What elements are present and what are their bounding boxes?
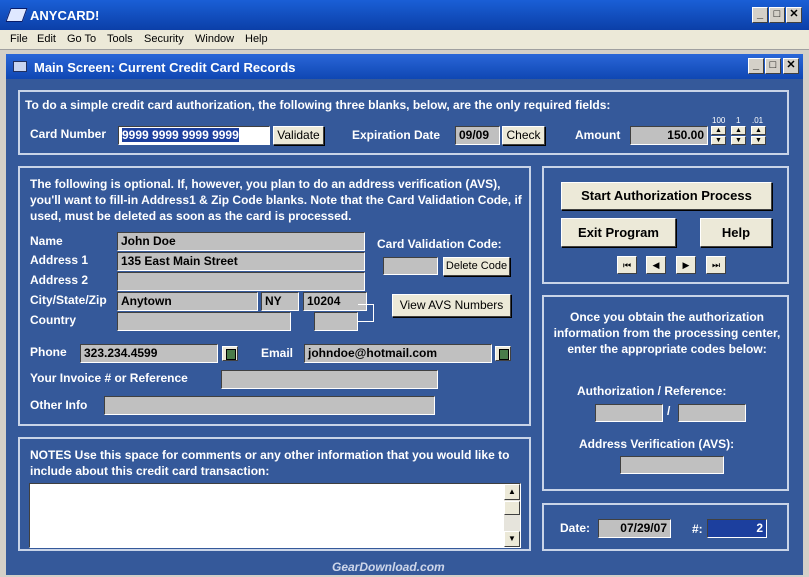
address2-label: Address 2 <box>30 273 89 287</box>
spin-down-100-icon[interactable]: ▼ <box>711 136 726 145</box>
address2-input[interactable] <box>117 272 365 291</box>
avs-input[interactable] <box>620 456 724 474</box>
child-close-icon[interactable]: ✕ <box>783 58 799 74</box>
country-code-input[interactable] <box>314 312 358 331</box>
menu-window[interactable]: Window <box>195 33 234 45</box>
authorization-slash: / <box>667 404 671 418</box>
spin-down-1-icon[interactable]: ▼ <box>731 136 746 145</box>
main-screen-titlebar: Main Screen: Current Credit Card Records… <box>6 54 803 79</box>
country-label: Country <box>30 313 76 327</box>
spin-label-100: 100 <box>712 116 726 125</box>
cvc-input[interactable] <box>383 257 438 275</box>
city-state-zip-label: City/State/Zip <box>30 293 107 307</box>
check-button[interactable]: Check <box>502 126 545 145</box>
record-number-label: #: <box>692 522 703 536</box>
authorization-input[interactable] <box>595 404 663 422</box>
spin-down-01-icon[interactable]: ▼ <box>751 136 766 145</box>
phone-notepad-icon[interactable] <box>222 346 238 361</box>
spin-up-01-icon[interactable]: ▲ <box>751 126 766 135</box>
other-info-input[interactable] <box>104 396 435 415</box>
email-label: Email <box>261 346 294 360</box>
city-input[interactable]: Anytown <box>117 292 258 311</box>
help-button[interactable]: Help <box>700 218 772 247</box>
notes-scrollbar[interactable]: ▲ ▼ <box>504 484 520 547</box>
child-minimize-icon[interactable]: _ <box>748 58 764 74</box>
menu-edit[interactable]: Edit <box>37 33 56 45</box>
window-title: Main Screen: Current Credit Card Records <box>34 60 296 75</box>
menu-bar: File Edit Go To Tools Security Window He… <box>0 30 809 50</box>
invoice-input[interactable] <box>221 370 438 389</box>
country-input[interactable] <box>117 312 291 331</box>
minimize-icon[interactable]: _ <box>752 7 768 23</box>
notes-textarea[interactable]: ▲ ▼ <box>29 483 521 548</box>
first-record-icon[interactable]: ⏮ <box>617 256 637 274</box>
view-avs-numbers-button[interactable]: View AVS Numbers <box>392 294 511 317</box>
other-info-label: Other Info <box>30 398 88 412</box>
spin-label-1: 1 <box>736 116 741 125</box>
next-record-icon[interactable]: ▶ <box>676 256 696 274</box>
spin-up-100-icon[interactable]: ▲ <box>711 126 726 135</box>
watermark: GearDownload.com <box>332 560 445 574</box>
exit-program-button[interactable]: Exit Program <box>561 218 676 247</box>
state-input[interactable]: NY <box>261 292 299 311</box>
scroll-thumb[interactable] <box>504 501 520 515</box>
child-restore-icon[interactable]: □ <box>765 58 781 74</box>
last-record-icon[interactable]: ⏭ <box>706 256 726 274</box>
authorization-reference-label: Authorization / Reference: <box>577 384 727 398</box>
menu-file[interactable]: File <box>10 33 28 45</box>
invoice-label: Your Invoice # or Reference <box>30 371 188 385</box>
app-titlebar: ANYCARD! _ □ ✕ <box>0 0 809 30</box>
card-number-input[interactable]: 9999 9999 9999 9999 <box>118 126 270 145</box>
validate-button[interactable]: Validate <box>273 126 324 145</box>
phone-label: Phone <box>30 345 67 359</box>
optional-instructions: The following is optional. If, however, … <box>30 177 522 223</box>
close-icon[interactable]: ✕ <box>786 7 802 23</box>
scroll-up-icon[interactable]: ▲ <box>504 484 520 500</box>
menu-help[interactable]: Help <box>245 33 268 45</box>
menu-goto[interactable]: Go To <box>67 33 96 45</box>
email-notepad-icon[interactable] <box>495 346 511 361</box>
start-authorization-button[interactable]: Start Authorization Process <box>561 182 772 210</box>
reference-input[interactable] <box>678 404 746 422</box>
menu-security[interactable]: Security <box>144 33 184 45</box>
previous-record-icon[interactable]: ◀ <box>646 256 666 274</box>
delete-code-button[interactable]: Delete Code <box>443 257 510 276</box>
record-number-input[interactable]: 2 <box>707 519 767 538</box>
card-number-label: Card Number <box>30 127 107 141</box>
window-icon <box>13 61 27 72</box>
amount-input[interactable]: 150.00 <box>630 126 708 145</box>
maximize-icon[interactable]: □ <box>769 7 785 23</box>
spin-up-1-icon[interactable]: ▲ <box>731 126 746 135</box>
amount-label: Amount <box>575 128 621 142</box>
required-instructions: To do a simple credit card authorization… <box>25 98 611 112</box>
scroll-down-icon[interactable]: ▼ <box>504 531 520 547</box>
name-label: Name <box>30 234 63 248</box>
card-icon <box>5 8 28 22</box>
date-label: Date: <box>560 521 591 535</box>
email-input[interactable]: johndoe@hotmail.com <box>304 344 492 363</box>
phone-input[interactable]: 323.234.4599 <box>80 344 218 363</box>
app-title: ANYCARD! <box>30 8 100 23</box>
spin-label-01: .01 <box>752 116 764 125</box>
expiration-date-input[interactable]: 09/09 <box>455 126 500 145</box>
avs-label: Address Verification (AVS): <box>579 437 735 451</box>
name-input[interactable]: John Doe <box>117 232 365 251</box>
date-input[interactable]: 07/29/07 <box>598 519 671 538</box>
zip-country-bracket <box>358 304 374 322</box>
expiration-date-label: Expiration Date <box>352 128 441 142</box>
authorization-instructions: Once you obtain the authorization inform… <box>553 310 781 356</box>
cvc-label: Card Validation Code: <box>377 237 502 251</box>
address1-input[interactable]: 135 East Main Street <box>117 252 365 271</box>
address1-label: Address 1 <box>30 253 89 267</box>
menu-tools[interactable]: Tools <box>107 33 133 45</box>
notes-label: NOTES Use this space for comments or any… <box>30 448 510 478</box>
